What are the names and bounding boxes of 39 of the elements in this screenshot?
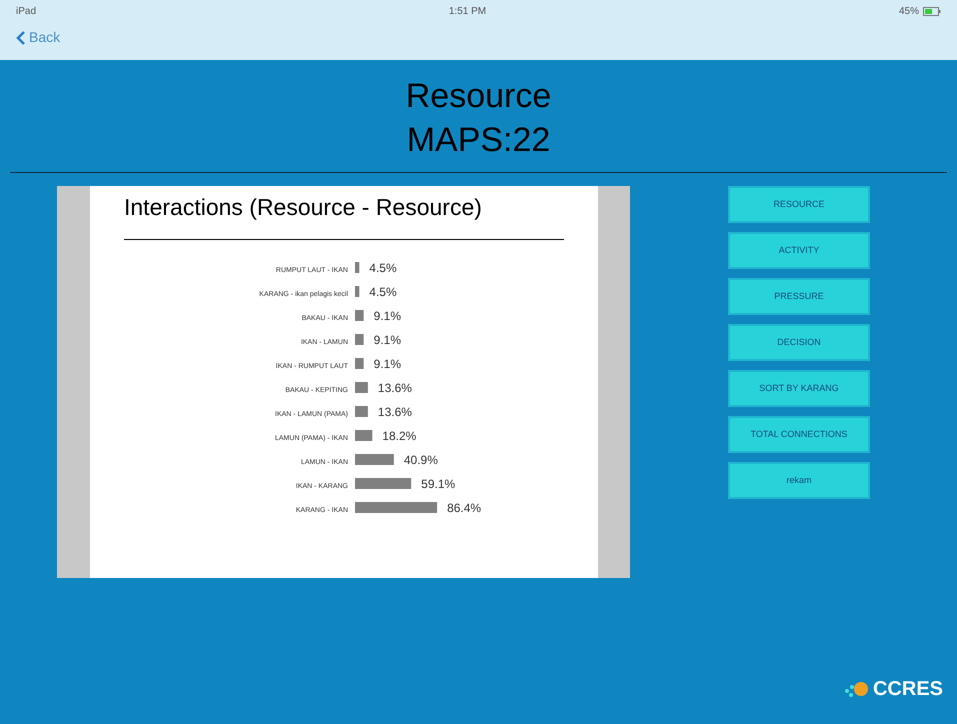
bar: [355, 478, 412, 488]
bar: [355, 454, 394, 464]
value-label: 59.1%: [421, 476, 456, 490]
menu-button[interactable]: PRESSURE: [728, 278, 870, 315]
menu-button[interactable]: rekam: [728, 462, 870, 499]
menu-button[interactable]: TOTAL CONNECTIONS: [728, 416, 870, 453]
bar: [355, 262, 360, 272]
value-label: 40.9%: [404, 452, 438, 466]
page-title: MAPS:22: [406, 120, 550, 161]
menu-button[interactable]: DECISION: [728, 324, 870, 361]
battery-icon: [923, 7, 941, 16]
value-label: 18.2%: [382, 428, 416, 442]
back-chevron-icon: [16, 30, 25, 44]
bar: [355, 334, 364, 344]
value-label: 9.1%: [374, 332, 401, 346]
page-title: Resource: [406, 76, 552, 117]
value-label: 9.1%: [374, 308, 401, 322]
value-label: 13.6%: [378, 380, 412, 394]
bar: [355, 310, 364, 320]
clock: 1:51 PM: [448, 5, 486, 19]
back-button[interactable]: Back: [16, 27, 60, 48]
value-label: 86.4%: [447, 500, 482, 514]
device-name: iPad: [16, 5, 36, 19]
menu-button[interactable]: RESOURCE: [728, 186, 870, 223]
battery-level: 45%: [898, 5, 919, 19]
bar: [355, 358, 364, 368]
bar: [355, 286, 360, 296]
chart-title: Interactions (Resource - Resource): [123, 193, 483, 222]
value-label: 9.1%: [374, 356, 401, 370]
bar: [355, 406, 368, 416]
value-label: 13.6%: [378, 404, 412, 418]
logo-icon: [842, 679, 869, 699]
menu-button[interactable]: ACTIVITY: [728, 232, 870, 269]
logo-text: CCRES: [872, 677, 943, 702]
value-label: 4.5%: [369, 260, 397, 274]
bar: [355, 430, 372, 440]
menu-button[interactable]: SORT BY KARANG: [728, 370, 870, 407]
value-label: 4.5%: [369, 284, 397, 298]
bar: [355, 382, 368, 392]
